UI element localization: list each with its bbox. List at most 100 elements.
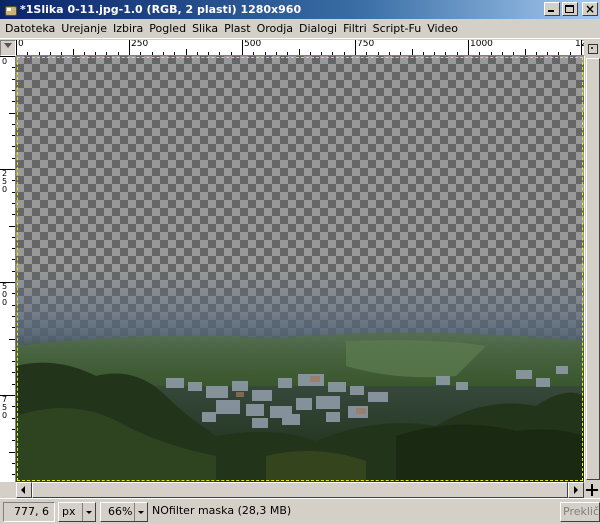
- ruler-tick: [12, 428, 15, 430]
- ruler-label: 250: [131, 40, 149, 49]
- menu-pogled[interactable]: Pogled: [146, 20, 189, 38]
- unit-select[interactable]: px: [58, 502, 96, 522]
- image-canvas[interactable]: [16, 56, 584, 482]
- ruler-tick: [12, 315, 15, 317]
- ruler-tick: [343, 52, 345, 55]
- ruler-tick: [12, 406, 15, 408]
- menu-slika[interactable]: Slika: [189, 20, 221, 38]
- ruler-tick: [581, 40, 582, 55]
- horizontal-scrollbar-track[interactable]: [32, 482, 568, 498]
- ruler-tick: [61, 52, 63, 55]
- menu-urejanje[interactable]: Urejanje: [58, 20, 110, 38]
- ruler-tick: [151, 52, 153, 55]
- ruler-tick: [0, 282, 15, 283]
- corner-spacer: [0, 482, 16, 498]
- menu-video[interactable]: Video: [424, 20, 461, 38]
- ruler-tick: [0, 56, 15, 57]
- menu-izbira[interactable]: Izbira: [110, 20, 146, 38]
- scroll-right-button[interactable]: [568, 482, 584, 498]
- ruler-tick: [264, 52, 266, 55]
- layer-image: [16, 56, 584, 482]
- ruler-tick: [9, 112, 15, 114]
- ruler-label: 500: [244, 40, 262, 49]
- ruler-tick: [95, 52, 97, 55]
- close-button[interactable]: ×: [582, 2, 598, 16]
- ruler-tick: [12, 440, 15, 442]
- ruler-tick: [434, 52, 436, 55]
- ruler-tick: [12, 214, 15, 216]
- ruler-tick: [12, 259, 15, 261]
- ruler-tick: [174, 52, 176, 55]
- ruler-label: 1000: [470, 40, 493, 49]
- maximize-button[interactable]: [562, 2, 578, 16]
- ruler-tick: [501, 52, 503, 55]
- ruler-tick: [12, 146, 15, 148]
- ruler-tick: [72, 49, 74, 55]
- ruler-tick: [12, 202, 15, 204]
- cancel-button[interactable]: Prekliči: [560, 502, 600, 522]
- ruler-label: 250: [1, 169, 8, 194]
- ruler-tick: [388, 52, 390, 55]
- ruler-tick: [524, 49, 526, 55]
- menu-datoteka[interactable]: Datoteka: [2, 20, 58, 38]
- menu-filtri[interactable]: Filtri: [340, 20, 370, 38]
- ruler-tick: [196, 52, 198, 55]
- menu-script-fu[interactable]: Script-Fu: [370, 20, 425, 38]
- ruler-tick: [208, 52, 210, 55]
- ruler-tick: [12, 361, 15, 363]
- minimize-icon: [548, 10, 554, 12]
- horizontal-scrollbar-thumb[interactable]: [32, 482, 568, 498]
- window-controls: ×: [544, 2, 598, 16]
- ruler-tick: [547, 52, 549, 55]
- vertical-scrollbar[interactable]: [584, 56, 600, 482]
- zoom-to-window-button[interactable]: [584, 482, 600, 498]
- navigate-button[interactable]: [584, 40, 600, 56]
- ruler-tick: [12, 135, 15, 137]
- ruler-tick: [27, 52, 29, 55]
- title-bar: *1Slika 0-11.jpg-1.0 (RGB, 2 plasti) 128…: [0, 0, 600, 19]
- ruler-tick: [12, 293, 15, 295]
- ruler-tick: [242, 40, 243, 55]
- chevron-down-icon[interactable]: [83, 503, 95, 521]
- horizontal-ruler[interactable]: 0 250 500 750 1000 1250: [16, 40, 584, 56]
- ruler-tick: [513, 52, 515, 55]
- navigate-icon: [586, 42, 598, 54]
- menu-dialogi[interactable]: Dialogi: [296, 20, 340, 38]
- vertical-ruler[interactable]: 0 250 500 750: [0, 56, 16, 482]
- menu-orodja[interactable]: Orodja: [254, 20, 296, 38]
- ruler-tick: [12, 383, 15, 385]
- ruler-tick: [12, 327, 15, 329]
- zoom-value: 66%: [101, 503, 135, 521]
- quick-mask-toggle[interactable]: [0, 40, 16, 56]
- ruler-tick: [38, 52, 40, 55]
- ruler-tick: [49, 52, 51, 55]
- ruler-tick: [140, 52, 142, 55]
- ruler-tick: [9, 225, 15, 227]
- ruler-tick: [535, 52, 537, 55]
- ruler-tick: [12, 474, 15, 476]
- horizontal-scrollbar[interactable]: [16, 482, 584, 498]
- ruler-tick: [468, 40, 469, 55]
- window-title: *1Slika 0-11.jpg-1.0 (RGB, 2 plasti) 128…: [20, 3, 302, 16]
- ruler-tick: [321, 52, 323, 55]
- zoom-select[interactable]: 66%: [100, 502, 148, 522]
- ruler-tick: [106, 52, 108, 55]
- ruler-tick: [9, 451, 15, 453]
- scroll-left-button[interactable]: [16, 482, 32, 498]
- chevron-down-icon[interactable]: [135, 503, 147, 521]
- ruler-tick: [12, 236, 15, 238]
- ruler-tick: [12, 157, 15, 159]
- maximize-icon: [565, 5, 574, 13]
- gimp-app-icon[interactable]: [3, 3, 17, 17]
- ruler-tick: [0, 169, 15, 170]
- ruler-tick: [185, 49, 187, 55]
- menu-plast[interactable]: Plast: [221, 20, 253, 38]
- ruler-tick: [12, 67, 15, 69]
- ruler-label: 750: [1, 395, 8, 420]
- ruler-tick: [9, 338, 15, 340]
- ruler-tick: [445, 52, 447, 55]
- ruler-tick: [117, 52, 119, 55]
- minimize-button[interactable]: [544, 2, 560, 16]
- ruler-tick: [569, 52, 571, 55]
- vertical-scrollbar-thumb[interactable]: [586, 58, 600, 480]
